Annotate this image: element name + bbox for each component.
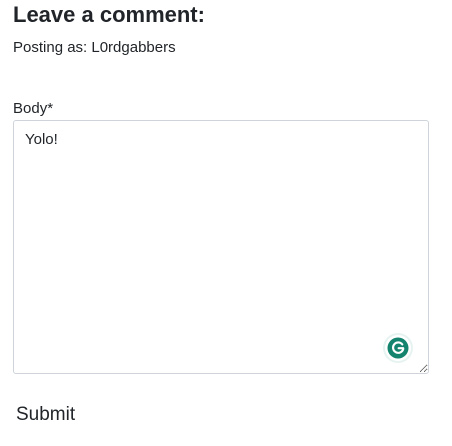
grammarly-button[interactable] <box>385 335 411 361</box>
posting-as-text: Posting as: L0rdgabbers <box>13 39 176 56</box>
body-textarea[interactable] <box>13 120 429 374</box>
page-title: Leave a comment: <box>13 2 205 27</box>
body-label: Body* <box>13 100 54 117</box>
grammarly-icon <box>387 337 409 359</box>
body-field-wrapper <box>13 120 429 374</box>
submit-button[interactable]: Submit <box>4 398 87 432</box>
